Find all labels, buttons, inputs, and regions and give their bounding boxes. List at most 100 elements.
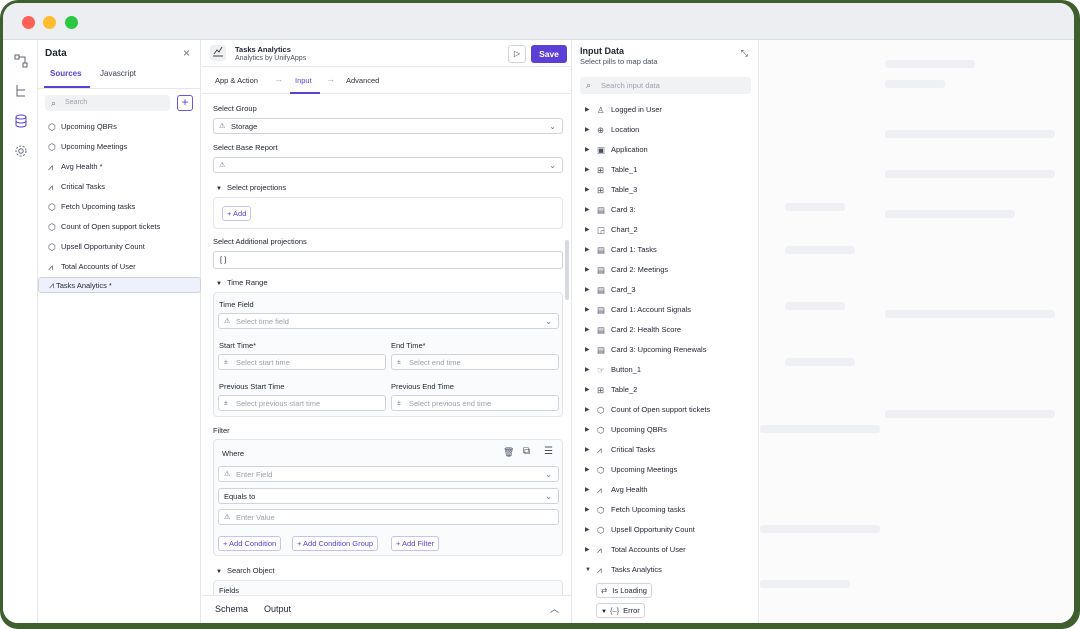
input-item[interactable]: ▶ ⊞ Table_1 — [573, 160, 759, 180]
input-item[interactable]: ▶ ⬡ Upsell Opportunity Count — [573, 520, 759, 540]
tab-app-action[interactable]: App & Action — [215, 76, 258, 85]
field-icon: ⚠ — [224, 514, 231, 521]
report-icon: ⚠ — [219, 162, 226, 169]
pill-is-loading[interactable]: ⇄ Is Loading — [596, 583, 652, 598]
base-report-label: Select Base Report — [213, 143, 278, 152]
previous-start-input[interactable]: ± Select previous start time — [218, 395, 386, 411]
tree-icon[interactable] — [13, 84, 29, 100]
collapse-icon[interactable]: ⤡ — [741, 48, 748, 59]
tab-sources[interactable]: Sources — [50, 69, 82, 78]
tab-schema[interactable]: Schema — [215, 604, 248, 614]
input-item[interactable]: ▶ ▤ Card_3 — [573, 280, 759, 300]
pill-error[interactable]: ▼ {–} Error — [596, 603, 645, 618]
background-canvas — [760, 40, 1074, 623]
projections-section[interactable]: ▼ Select projections — [216, 183, 286, 192]
tab-input[interactable]: Input — [295, 76, 312, 85]
scrollbar[interactable] — [565, 240, 569, 300]
input-item[interactable]: ▶ ▤ Card 3: — [573, 200, 759, 220]
chart-icon: ⩘ — [597, 485, 602, 495]
filter-field-dropdown[interactable]: ⚠ Enter Field ⌄ — [218, 466, 559, 482]
input-item[interactable]: ▶ ⩘ Critical Tasks — [573, 440, 759, 460]
card-icon: ▤ — [597, 245, 606, 255]
search-object-section[interactable]: ▼ Search Object — [216, 566, 274, 575]
input-item[interactable]: ▶ ⬡ Fetch Upcoming tasks — [573, 500, 759, 520]
source-item[interactable]: ⬡ Upcoming Meetings — [38, 137, 201, 157]
window-icon: ▣ — [597, 145, 606, 155]
source-item[interactable]: ⬡ Count of Open support tickets — [38, 217, 201, 237]
input-search-input[interactable]: ⌕ Search input data — [580, 77, 751, 94]
time-range-section[interactable]: ▼ Time Range — [216, 278, 268, 287]
filter-value-input[interactable]: ⚠ Enter Value — [218, 509, 559, 525]
input-search-placeholder: Search input data — [601, 81, 660, 90]
copy-icon[interactable]: ⧉ — [523, 446, 530, 457]
chevron-up-icon[interactable]: ︿ — [550, 602, 559, 615]
trash-icon[interactable]: 🗑 — [503, 447, 514, 458]
time-range-box: Time Field ⚠ Select time field ⌄ Start T… — [213, 292, 563, 417]
source-item[interactable]: ⬡ Upsell Opportunity Count — [38, 237, 201, 257]
input-item[interactable]: ▶ ▤ Card 1: Account Signals — [573, 300, 759, 320]
close-window-button[interactable] — [22, 16, 35, 29]
gear-icon[interactable] — [13, 144, 29, 160]
source-item[interactable]: ⩘ Total Accounts of User — [38, 257, 201, 277]
add-condition-group-button[interactable]: + Add Condition Group — [292, 536, 379, 551]
database-icon[interactable] — [13, 114, 29, 130]
operator-dropdown[interactable]: Equals to ⌄ — [218, 488, 559, 504]
tab-advanced[interactable]: Advanced — [346, 76, 379, 85]
filter-value-placeholder: Enter Value — [236, 513, 275, 522]
input-item[interactable]: ▶ ☞ Button_1 — [573, 360, 759, 380]
node-title: Tasks Analytics — [235, 45, 291, 54]
flow-icon[interactable] — [13, 54, 29, 70]
input-item[interactable]: ▶ ⬡ Count of Open support tickets — [573, 400, 759, 420]
previous-end-input[interactable]: ± Select previous end time — [391, 395, 559, 411]
input-item[interactable]: ▶ ⬡ Upcoming Meetings — [573, 460, 759, 480]
input-item[interactable]: ▶ ▣ Application — [573, 140, 759, 160]
end-time-input[interactable]: ± Select end time — [391, 354, 559, 370]
time-field-dropdown[interactable]: ⚠ Select time field ⌄ — [218, 313, 559, 329]
source-item[interactable]: ⩘ Avg Health * — [38, 157, 201, 177]
projections-box: + Add — [213, 197, 563, 229]
tab-output[interactable]: Output — [264, 604, 291, 614]
input-item[interactable]: ▶ ⩘ Avg Health — [573, 480, 759, 500]
input-data-subtitle: Select pills to map data — [580, 57, 658, 66]
source-search-input[interactable]: ⌕ Search — [45, 95, 170, 111]
button-icon: ☞ — [597, 365, 605, 375]
start-time-input[interactable]: ± Select start time — [218, 354, 386, 370]
input-item[interactable]: ▶ ⊕ Location — [573, 120, 759, 140]
input-item[interactable]: ▶ ▤ Card 1: Tasks — [573, 240, 759, 260]
input-item[interactable]: ▶ ⊞ Table_2 — [573, 380, 759, 400]
storage-icon: ⚠ — [219, 123, 226, 130]
close-icon[interactable]: × — [183, 46, 190, 60]
input-item[interactable]: ▶ ⩘ Total Accounts of User — [573, 540, 759, 560]
field-icon: ⚠ — [224, 318, 231, 325]
add-source-button[interactable]: + — [177, 95, 193, 111]
input-item[interactable]: ▶ ⬡ Upcoming QBRs — [573, 420, 759, 440]
minimize-window-button[interactable] — [43, 16, 56, 29]
canvas-placeholder — [885, 80, 945, 88]
add-projection-button[interactable]: + Add — [222, 206, 252, 221]
input-item[interactable]: ▶ ♙ Logged in User — [573, 100, 759, 120]
add-condition-button[interactable]: + Add Condition — [218, 536, 282, 551]
tab-javascript[interactable]: Javascript — [100, 69, 136, 78]
add-filter-button[interactable]: + Add Filter — [391, 536, 440, 551]
input-item[interactable]: ▶ ▤ Card 2: Meetings — [573, 260, 759, 280]
input-item[interactable]: ▶ ⊞ Table_3 — [573, 180, 759, 200]
run-button[interactable]: ▷ — [508, 45, 526, 63]
save-button[interactable]: Save — [531, 45, 567, 63]
source-item[interactable]: ⩘ Critical Tasks — [38, 177, 201, 197]
input-item[interactable]: ▶ ◲ Chart_2 — [573, 220, 759, 240]
source-item[interactable]: ⬡ Upcoming QBRs — [38, 117, 201, 137]
input-item[interactable]: ▶ ▤ Card 2: Health Score — [573, 320, 759, 340]
base-report-dropdown[interactable]: ⚠ ⌄ — [213, 157, 563, 173]
zoom-window-button[interactable] — [65, 16, 78, 29]
input-item-label: Location — [611, 125, 640, 134]
select-group-dropdown[interactable]: ⚠ Storage ⌄ — [213, 118, 563, 134]
additional-projections-input[interactable]: [ ] — [213, 251, 563, 269]
user-icon: ♙ — [597, 105, 605, 115]
input-item-expanded[interactable]: ▼ ⩘ Tasks Analytics — [573, 560, 759, 580]
node-subtitle: Analytics by UnifyApps — [235, 55, 307, 62]
source-item-selected[interactable]: ⩘ Tasks Analytics * — [38, 277, 201, 293]
list-icon[interactable]: ☰ — [544, 446, 553, 457]
input-item[interactable]: ▶ ▤ Card 3: Upcoming Renewals — [573, 340, 759, 360]
previous-start-label: Previous Start Time — [219, 382, 285, 391]
source-item[interactable]: ⬡ Fetch Upcoming tasks — [38, 197, 201, 217]
